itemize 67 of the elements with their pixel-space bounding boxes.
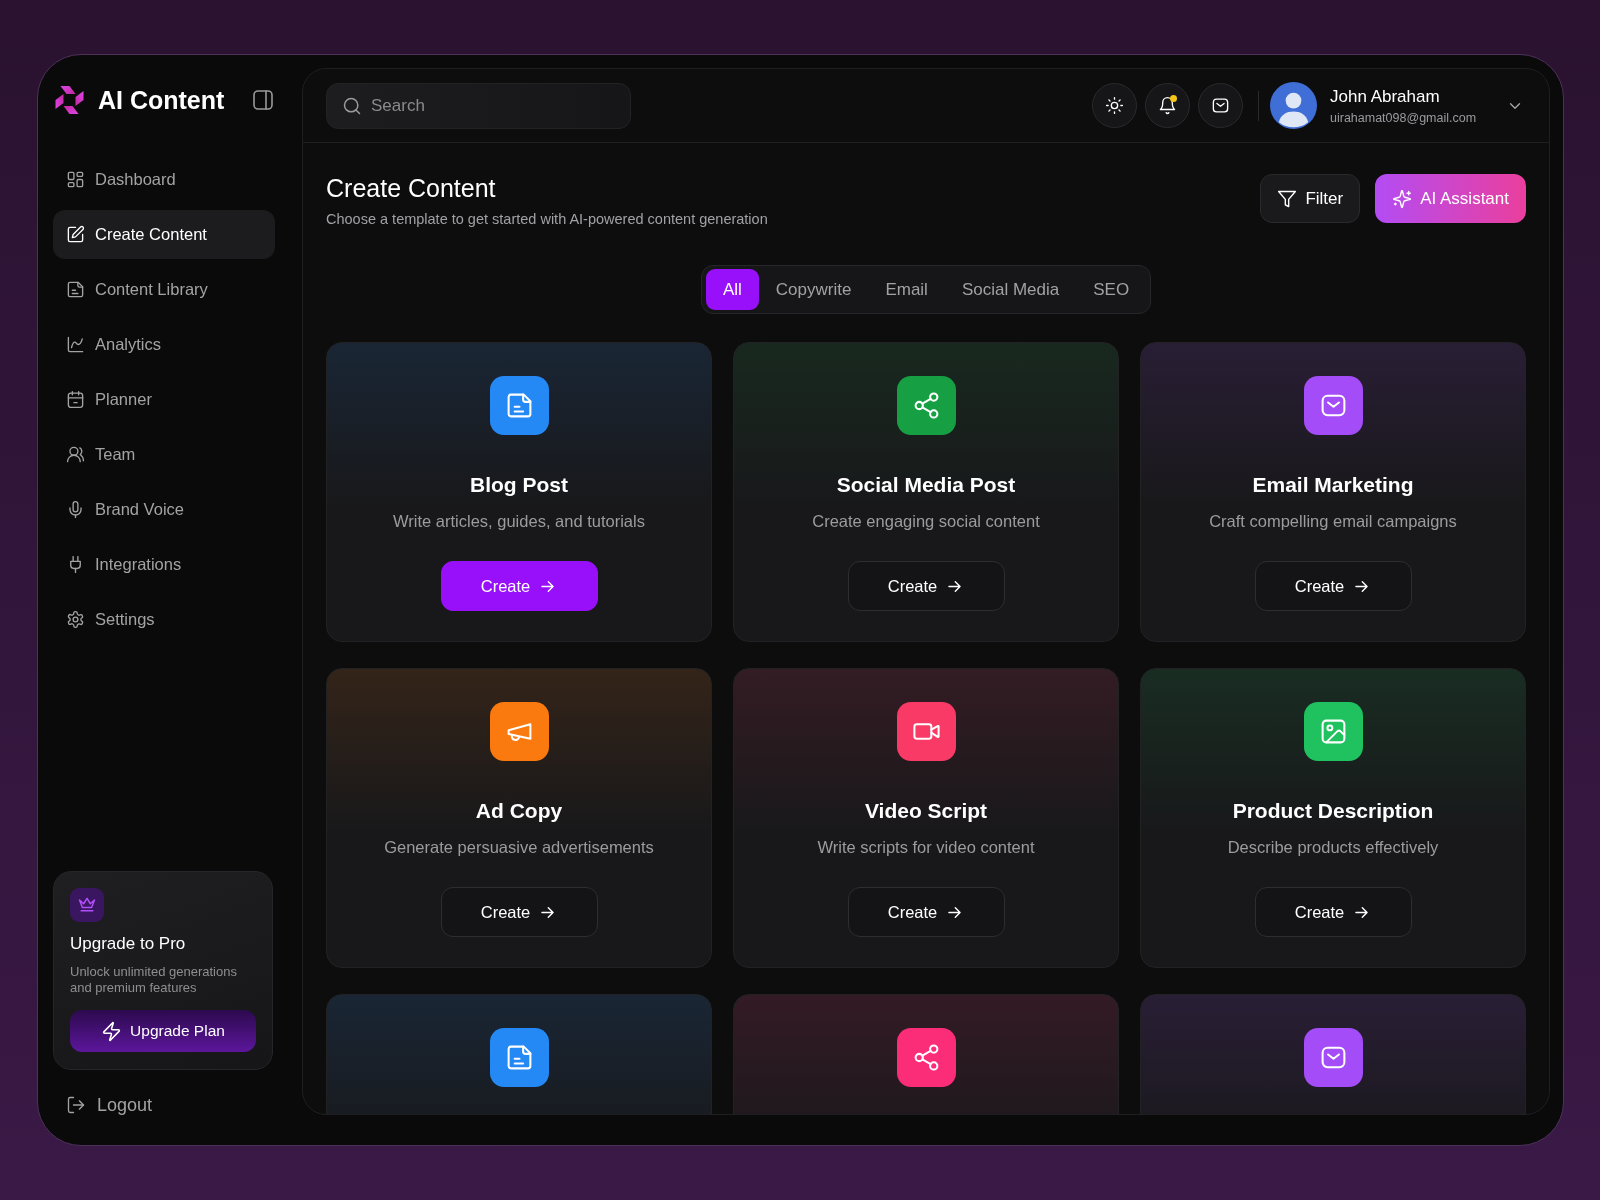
upgrade-title: Upgrade to Pro: [70, 933, 187, 955]
ai-assistant-button[interactable]: AI Assistant: [1375, 174, 1526, 223]
sidebar-item[interactable]: Settings: [53, 595, 275, 644]
line-chart-icon: [66, 335, 85, 354]
template-description: Describe products effectively: [1227, 837, 1439, 858]
sidebar-toggle-icon[interactable]: [251, 88, 275, 112]
filter-icon: [1277, 188, 1298, 209]
create-button[interactable]: Create: [847, 561, 1005, 611]
sidebar-item[interactable]: Dashboard: [53, 155, 275, 204]
category-tab[interactable]: Social Media: [944, 269, 1077, 310]
settings-icon: [66, 610, 85, 629]
template-title: Blog Post: [470, 472, 568, 498]
filter-button[interactable]: Filter: [1260, 174, 1361, 223]
logout-icon: [66, 1095, 86, 1115]
sidebar-item[interactable]: Create Content: [53, 210, 275, 259]
user-name: John Abraham: [1330, 85, 1441, 108]
create-button[interactable]: Create: [1254, 887, 1412, 937]
template-description: Write scripts for video content: [817, 837, 1035, 858]
logo-icon: [53, 84, 86, 116]
messages-button[interactable]: [1198, 83, 1243, 128]
template-title: Product Description: [1232, 798, 1434, 824]
category-tab[interactable]: Copywrite: [758, 269, 869, 310]
template-title: Email Marketing: [1252, 472, 1414, 498]
sidebar-item[interactable]: Analytics: [53, 320, 275, 369]
edit-icon: [66, 225, 85, 244]
template-title: Social Media Post: [836, 472, 1016, 498]
notifications-button[interactable]: [1145, 83, 1190, 128]
template-title: Ad Copy: [475, 798, 563, 824]
upgrade-description: Unlock unlimited generations and premium features: [70, 964, 238, 996]
sun-icon: [1105, 96, 1124, 115]
page-subtitle: Choose a template to get started with AI-powered content generation: [326, 210, 768, 229]
avatar-icon: [1270, 82, 1317, 129]
sidebar-item[interactable]: Planner: [53, 375, 275, 424]
bell-icon: [1158, 96, 1177, 115]
sparkles-icon: [1392, 188, 1413, 209]
mail-icon: [1211, 96, 1230, 115]
sidebar-item[interactable]: Brand Voice: [53, 485, 275, 534]
create-button[interactable]: Create: [440, 561, 598, 611]
create-button[interactable]: Create: [440, 887, 598, 937]
sidebar-item[interactable]: Integrations: [53, 540, 275, 589]
dashboard-icon: [66, 170, 85, 189]
search-icon: [342, 95, 362, 116]
sidebar-item[interactable]: Team: [53, 430, 275, 479]
document-icon: [66, 280, 85, 299]
microphone-icon: [66, 500, 85, 519]
create-button[interactable]: Create: [847, 887, 1005, 937]
app-name: AI Content: [98, 85, 225, 116]
template-description: Generate persuasive advertisements: [384, 837, 654, 858]
lightning-icon: [101, 1020, 123, 1042]
logout-button[interactable]: Logout: [53, 1091, 153, 1119]
template-description: Write articles, guides, and tutorials: [393, 511, 645, 532]
page-title: Create Content: [326, 173, 497, 203]
category-tab[interactable]: Email: [868, 269, 945, 310]
search-field[interactable]: Search: [326, 82, 631, 129]
theme-toggle-button[interactable]: [1092, 83, 1137, 128]
users-icon: [66, 445, 85, 464]
template-description: Create engaging social content: [812, 511, 1040, 532]
user-email: uirahamat098@gmail.com: [1330, 109, 1478, 126]
category-tab[interactable]: All: [705, 269, 759, 310]
upgrade-button[interactable]: Upgrade Plan: [70, 1010, 256, 1052]
create-button[interactable]: Create: [1254, 561, 1412, 611]
template-description: Craft compelling email campaigns: [1209, 511, 1457, 532]
category-tab[interactable]: SEO: [1076, 269, 1147, 310]
crown-icon: [70, 888, 104, 922]
calendar-icon: [66, 390, 85, 409]
template-title: Video Script: [864, 798, 988, 824]
sidebar-item[interactable]: Content Library: [53, 265, 275, 314]
